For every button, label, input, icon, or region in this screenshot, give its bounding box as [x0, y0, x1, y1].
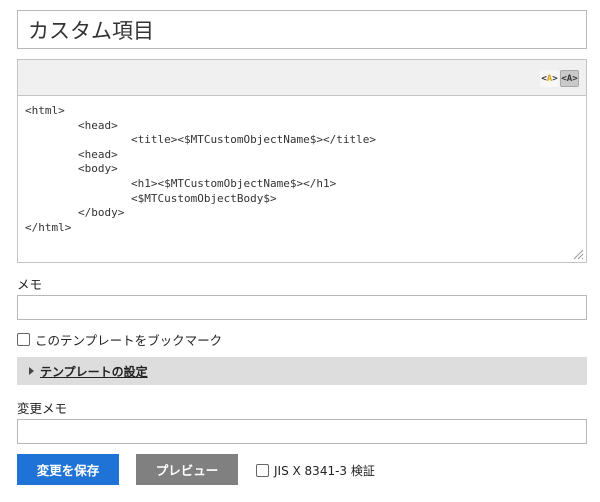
memo-input[interactable]	[17, 295, 587, 320]
plain-text-toggle-button[interactable]: < A >	[560, 70, 579, 87]
code-editor: < A > < A > <html> <head> <title><$MTCustomO…	[17, 59, 587, 263]
save-changes-button[interactable]: 変更を保存	[17, 454, 119, 485]
caret-right-icon	[29, 367, 34, 375]
resize-grip-icon[interactable]	[572, 248, 584, 260]
bookmark-checkbox[interactable]	[17, 333, 30, 346]
memo-label: メモ	[17, 277, 43, 292]
bookmark-label: このテンプレートをブックマーク	[35, 333, 223, 348]
jis-check-label: JIS X 8341-3 検証	[274, 464, 375, 478]
preview-button[interactable]: プレビュー	[136, 454, 238, 485]
template-settings-toggle[interactable]: テンプレートの設定	[17, 357, 587, 385]
bookmark-checkbox-row[interactable]: このテンプレートをブックマーク	[17, 330, 222, 349]
template-settings-label: テンプレートの設定	[40, 364, 148, 379]
change-memo-label: 変更メモ	[17, 401, 68, 416]
syntax-highlight-toggle-button[interactable]: < A >	[540, 70, 559, 87]
jis-check-row[interactable]: JIS X 8341-3 検証	[256, 462, 375, 479]
editor-toolbar: < A > < A >	[18, 60, 586, 96]
change-memo-input[interactable]	[17, 419, 587, 444]
template-code-textarea[interactable]: <html> <head> <title><$MTCustomObjectNam…	[18, 96, 586, 262]
template-name-input[interactable]	[17, 10, 587, 49]
jis-check-checkbox[interactable]	[256, 464, 269, 477]
